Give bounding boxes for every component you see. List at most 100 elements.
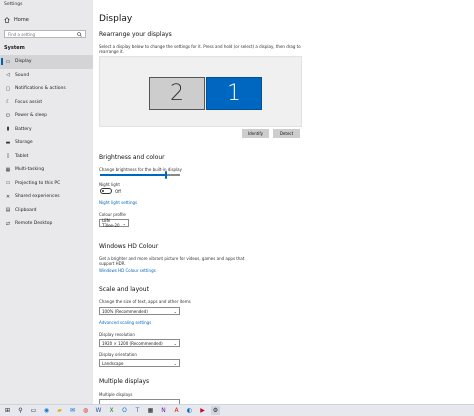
brightness-heading: Brightness and colour (99, 154, 165, 161)
store-icon[interactable]: ▦ (146, 406, 155, 415)
monitor-2[interactable]: 2 (149, 77, 205, 110)
home-icon (4, 17, 10, 23)
gear-icon[interactable]: ⚙ (211, 406, 220, 415)
sidebar-item-label: Notifications & actions (15, 86, 66, 92)
sidebar-item-battery[interactable]: ▮ Battery (0, 123, 93, 137)
sidebar-item-shared[interactable]: ✕ Shared experiences (0, 190, 93, 204)
power-icon: ⏻ (6, 112, 10, 119)
scale-heading: Scale and layout (99, 286, 149, 293)
mail-icon[interactable]: ✉ (68, 406, 77, 415)
sidebar-item-display[interactable]: ▭ Display (0, 55, 93, 69)
project-icon: ▭ (5, 180, 11, 187)
multitask-icon: ▦ (5, 166, 11, 173)
photos-icon[interactable]: ◐ (185, 406, 194, 415)
sidebar-item-label: Projecting to this PC (15, 180, 61, 186)
sidebar-item-tablet[interactable]: ▯ Tablet (0, 150, 93, 164)
teams-icon[interactable]: T (133, 406, 142, 415)
night-light-settings-link[interactable]: Night light settings (99, 200, 137, 205)
brightness-slider-fill (100, 174, 166, 176)
night-light-state: Off (115, 189, 121, 194)
resolution-select[interactable]: 1920 × 1200 (Recommended) ⌄ (99, 339, 180, 347)
explorer-icon[interactable]: ▰ (55, 406, 64, 415)
hd-colour-settings-link[interactable]: Windows HD Colour settings (99, 268, 156, 273)
scale-size-label: Change the size of text, apps and other … (99, 299, 191, 304)
colour-profile-select[interactable]: LEN T3lee-20 ⌄ (99, 218, 129, 228)
sidebar-item-clipboard[interactable]: ▤ Clipboard (0, 204, 93, 218)
sidebar-item-projecting[interactable]: ▭ Projecting to this PC (0, 177, 93, 191)
resolution-label: Display resolution (99, 332, 135, 337)
sidebar-item-label: Power & sleep (15, 113, 47, 119)
settings-window: Settings Home Find a setting System ▭ Dis… (0, 0, 474, 404)
brightness-slider[interactable] (100, 171, 180, 179)
battery-icon: ▮ (6, 126, 10, 133)
sidebar-nav: ▭ Display ◁ Sound ▢ Notifications & actions… (0, 55, 93, 231)
orientation-value: Landscape (102, 360, 124, 366)
hd-colour-description: Get a brighter and more vibrant picture … (99, 256, 245, 266)
toggle-knob (102, 190, 104, 192)
monitor-1[interactable]: 1 (206, 77, 262, 110)
speaker-icon: ◁ (6, 72, 10, 79)
search-icon (77, 31, 82, 37)
sidebar-item-label: Battery (15, 126, 32, 132)
orientation-label: Display orientation (99, 352, 137, 357)
sidebar-item-storage[interactable]: ▬ Storage (0, 136, 93, 150)
detect-button[interactable]: Detect (273, 129, 300, 138)
acrobat-icon[interactable]: A (172, 406, 181, 415)
display-arrangement: 2 1 (99, 56, 302, 127)
rearrange-description: Select a display below to change the set… (99, 44, 301, 54)
scale-select[interactable]: 100% (Recommended) ⌄ (99, 307, 180, 315)
sidebar-item-focus-assist[interactable]: ☾ Focus assist (0, 96, 93, 110)
sidebar-item-label: Display (15, 59, 32, 65)
hd-colour-heading: Windows HD Colour (99, 243, 159, 250)
remote-icon: ⇄ (5, 220, 11, 227)
advanced-scaling-link[interactable]: Advanced scaling settings (99, 320, 151, 325)
section-system: System (4, 45, 25, 51)
clipboard-icon: ▤ (5, 207, 11, 214)
sidebar-item-label: Clipboard (15, 207, 37, 213)
media-icon[interactable]: ▶ (198, 406, 207, 415)
sidebar-item-label: Shared experiences (15, 194, 60, 200)
search-icon[interactable]: ⚲ (16, 406, 25, 415)
sidebar: Settings Home Find a setting System ▭ Dis… (0, 0, 94, 404)
sidebar-item-power-sleep[interactable]: ⏻ Power & sleep (0, 109, 93, 123)
moon-icon: ☾ (5, 99, 11, 106)
shared-icon: ✕ (5, 193, 11, 200)
notification-icon: ▢ (5, 85, 11, 92)
rearrange-heading: Rearrange your displays (99, 31, 172, 38)
outlook-icon[interactable]: O (120, 406, 129, 415)
edge-icon[interactable]: ◉ (42, 406, 51, 415)
brightness-slider-label: Change brightness for the built-in displ… (99, 167, 182, 172)
sidebar-item-label: Tablet (15, 153, 29, 159)
orientation-select[interactable]: Landscape ⌄ (99, 359, 180, 367)
chrome-icon[interactable]: ◍ (81, 406, 90, 415)
sidebar-item-notifications[interactable]: ▢ Notifications & actions (0, 82, 93, 96)
night-light-toggle[interactable] (100, 188, 112, 194)
sidebar-item-label: Sound (15, 72, 30, 78)
main-content: Display Rearrange your displays Select a… (93, 0, 474, 404)
chevron-down-icon: ⌄ (173, 308, 177, 314)
sidebar-item-label: Remote Desktop (15, 221, 53, 227)
onenote-icon[interactable]: N (159, 406, 168, 415)
brightness-slider-thumb[interactable] (164, 171, 167, 179)
excel-icon[interactable]: X (107, 406, 116, 415)
storage-icon: ▬ (5, 139, 11, 146)
taskbar: ⊞ ⚲ ▭ ◉ ▰ ✉ ◍ W X O T ▦ N A ◐ ▶ ⚙ (0, 404, 474, 416)
search-input[interactable]: Find a setting (4, 30, 86, 38)
sidebar-item-sound[interactable]: ◁ Sound (0, 69, 93, 83)
colour-profile-label: Colour profile (99, 212, 126, 217)
sidebar-item-remote-desktop[interactable]: ⇄ Remote Desktop (0, 217, 93, 231)
word-icon[interactable]: W (94, 406, 103, 415)
scale-value: 100% (Recommended) (102, 308, 148, 314)
windows-icon[interactable]: ⊞ (3, 406, 12, 415)
home-link[interactable]: Home (4, 17, 29, 23)
chevron-down-icon: ⌄ (173, 360, 177, 366)
home-label: Home (14, 17, 29, 23)
sidebar-item-multitasking[interactable]: ▦ Multi-tasking (0, 163, 93, 177)
taskview-icon[interactable]: ▭ (29, 406, 38, 415)
identify-button[interactable]: Identify (242, 129, 269, 138)
multiple-displays-heading: Multiple displays (99, 378, 150, 385)
app-title: Settings (4, 2, 23, 7)
multiple-displays-label: Multiple displays (99, 392, 133, 397)
sidebar-item-label: Focus assist (15, 99, 43, 105)
sidebar-item-label: Storage (15, 140, 33, 146)
